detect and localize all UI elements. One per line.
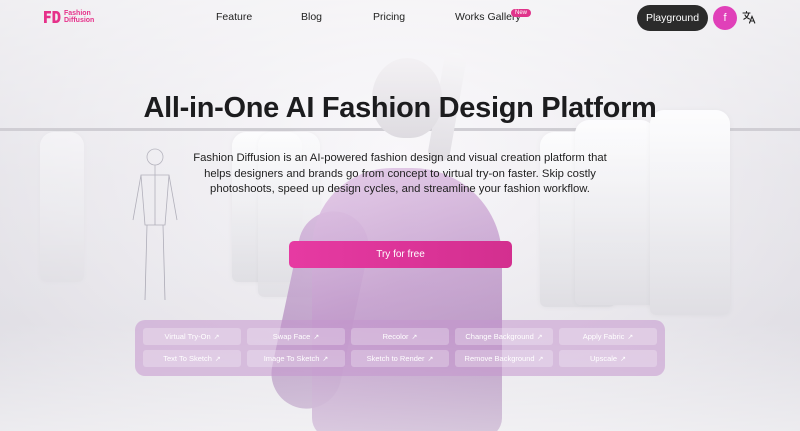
tool-apply-fabric[interactable]: Apply Fabric ↗	[559, 328, 657, 345]
brand-name-line2: Diffusion	[64, 17, 95, 24]
tool-label: Upscale	[590, 354, 618, 363]
arrow-up-right-icon: ↗	[537, 355, 544, 363]
arrow-up-right-icon: ↗	[627, 333, 634, 341]
tool-label: Sketch to Render	[366, 354, 425, 363]
brand-name: Fashion Diffusion	[64, 10, 94, 24]
tool-label: Remove Background	[464, 354, 535, 363]
arrow-up-right-icon: ↗	[536, 333, 543, 341]
arrow-up-right-icon: ↗	[427, 355, 434, 363]
tool-label: Recolor	[382, 332, 409, 341]
translate-icon[interactable]	[742, 10, 756, 24]
brand-name-line1: Fashion	[64, 10, 91, 17]
tool-recolor[interactable]: Recolor ↗	[351, 328, 449, 345]
tool-label: Change Background	[465, 332, 534, 341]
tool-upscale[interactable]: Upscale ↗	[559, 350, 657, 367]
tool-remove-background[interactable]: Remove Background ↗	[455, 350, 553, 367]
playground-button[interactable]: Playground	[637, 5, 708, 31]
tool-label: Apply Fabric	[582, 332, 625, 341]
tool-sketch-to-render[interactable]: Sketch to Render ↗	[351, 350, 449, 367]
arrow-up-right-icon: ↗	[313, 333, 320, 341]
nav-link-pricing[interactable]: Pricing	[373, 11, 405, 23]
tool-image-to-sketch[interactable]: Image To Sketch ↗	[247, 350, 345, 367]
tool-label: Swap Face	[272, 332, 311, 341]
new-badge: New	[511, 9, 532, 17]
arrow-up-right-icon: ↗	[620, 355, 626, 363]
fd-logo-icon	[44, 11, 61, 23]
arrow-up-right-icon: ↗	[411, 333, 418, 341]
tool-change-background[interactable]: Change Background ↗	[455, 328, 553, 345]
tools-panel: Virtual Try-On ↗ Swap Face ↗ Recolor ↗ Chan…	[135, 320, 665, 376]
hero-description: Fashion Diffusion is an AI-powered fashi…	[193, 152, 607, 195]
brand-logo[interactable]: Fashion Diffusion	[43, 10, 94, 24]
nav-link-feature[interactable]: Feature	[216, 11, 252, 23]
tool-label: Virtual Try-On	[164, 332, 211, 341]
tool-swap-face[interactable]: Swap Face ↗	[247, 328, 345, 345]
tool-label: Text To Sketch	[163, 354, 212, 363]
nav-link-blog[interactable]: Blog	[301, 11, 322, 23]
tool-label: Image To Sketch	[263, 354, 320, 363]
hero-title: All-in-One AI Fashion Design Platform	[143, 92, 657, 124]
user-avatar[interactable]: f	[713, 6, 737, 30]
tool-text-to-sketch[interactable]: Text To Sketch ↗	[143, 350, 241, 367]
tool-virtual-try-on[interactable]: Virtual Try-On ↗	[143, 328, 241, 345]
top-navigation: Fashion Diffusion Feature Blog Pricing W…	[0, 0, 800, 36]
arrow-up-right-icon: ↗	[214, 355, 221, 363]
arrow-up-right-icon: ↗	[322, 355, 329, 363]
arrow-up-right-icon: ↗	[213, 333, 220, 341]
try-for-free-button[interactable]: Try for free	[289, 241, 512, 268]
